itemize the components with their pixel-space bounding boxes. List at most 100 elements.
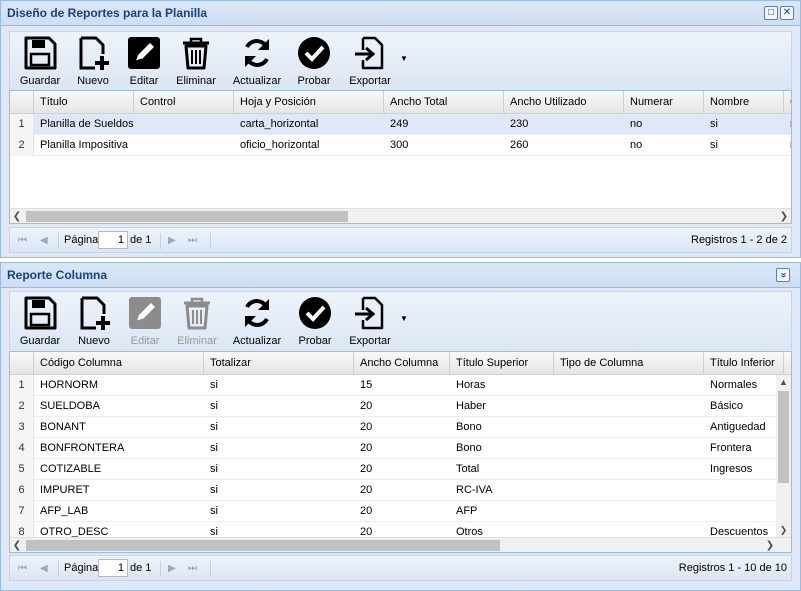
table-cell: 260 (510, 139, 529, 151)
nuevo-button[interactable]: Nuevo (68, 35, 118, 87)
scroll-thumb[interactable] (778, 391, 789, 483)
scroll-thumb[interactable] (26, 540, 500, 551)
button-label: Eliminar (177, 335, 217, 347)
table-row[interactable]: 7 AFP_LAB si 20 AFP (10, 501, 791, 522)
row-number: 8 (10, 522, 34, 537)
column-header[interactable]: C (784, 91, 791, 114)
table-cell: 20 (360, 442, 373, 454)
column-header[interactable]: Numerar (624, 91, 704, 114)
editar-button[interactable]: Editar (122, 35, 166, 87)
button-label: Actualizar (232, 335, 282, 347)
export-dropdown-arrow-icon[interactable]: ▼ (400, 54, 408, 63)
column-header[interactable]: Ancho Columna (354, 352, 450, 375)
panel-header: Reporte Columna » (1, 263, 800, 288)
nuevo-button[interactable]: Nuevo (68, 295, 120, 347)
collapse-icon[interactable]: » (776, 268, 790, 282)
grid-header: Código Columna Totalizar Ancho Columna Títu… (10, 352, 791, 375)
table-cell: HORNORM (40, 379, 99, 391)
table-cell: si (210, 484, 218, 496)
table-cell: si (210, 379, 218, 391)
export-dropdown-arrow-icon[interactable]: ▼ (400, 314, 408, 323)
first-page-icon[interactable]: ⏮ (18, 235, 27, 246)
column-header[interactable]: Título Superior (450, 352, 554, 375)
horizontal-scrollbar[interactable]: ❮ ❯ (10, 537, 791, 552)
actualizar-button[interactable]: Actualizar (226, 35, 288, 87)
table-row[interactable]: 5 COTIZABLE si 20 Total Ingresos (10, 459, 791, 480)
table-cell: si (210, 400, 218, 412)
report-design-panel: Diseño de Reportes para la Planilla □ ✕ … (0, 0, 801, 258)
column-header[interactable]: Título Inferior (704, 352, 784, 375)
page-label: Página (64, 234, 99, 246)
actualizar-button[interactable]: Actualizar (226, 295, 288, 347)
last-page-icon[interactable]: ⏭ (188, 235, 197, 246)
table-cell: Bono (456, 421, 482, 433)
scroll-thumb[interactable] (26, 211, 348, 222)
button-label: Exportar (349, 335, 391, 347)
table-row[interactable]: 2 Planilla Impositiva oficio_horizontal 300… (10, 135, 791, 156)
first-page-icon[interactable]: ⏮ (18, 563, 27, 574)
table-row[interactable]: 6 IMPURET si 20 RC-IVA (10, 480, 791, 501)
scroll-right-icon[interactable]: ❯ (763, 538, 777, 552)
table-row[interactable]: 1 Planilla de Sueldos carta_horizontal 249 2… (10, 114, 791, 135)
page-number-input[interactable] (98, 231, 128, 249)
column-header[interactable]: Título (34, 91, 134, 114)
next-page-icon[interactable]: ▶ (168, 235, 176, 246)
editar-button[interactable]: Editar (122, 295, 168, 347)
table-cell: Descuentos (710, 526, 769, 537)
row-number: 3 (10, 417, 34, 438)
guardar-button[interactable]: Guardar (14, 295, 66, 347)
page-number-input[interactable] (98, 559, 128, 577)
eliminar-button[interactable]: Eliminar (172, 35, 220, 87)
row-number: 4 (10, 438, 34, 459)
table-cell: Haber (456, 400, 486, 412)
probar-button[interactable]: Probar (292, 35, 336, 87)
last-page-icon[interactable]: ⏭ (188, 563, 197, 574)
column-header[interactable]: Nombre (704, 91, 784, 114)
button-label: Probar (297, 75, 331, 87)
close-icon[interactable]: ✕ (780, 6, 794, 20)
probar-button[interactable]: Probar (292, 295, 338, 347)
horizontal-scrollbar[interactable]: ❮ ❯ (10, 208, 791, 223)
new-document-icon (68, 295, 120, 331)
table-row[interactable]: 3 BONANT si 20 Bono Antiguedad (10, 417, 791, 438)
panel-header: Diseño de Reportes para la Planilla □ ✕ (1, 1, 800, 26)
exportar-button[interactable]: Exportar (342, 35, 398, 87)
table-row[interactable]: 2 SUELDOBA si 20 Haber Básico (10, 396, 791, 417)
previous-page-icon[interactable]: ◀ (40, 235, 48, 246)
button-label: Editar (130, 335, 160, 347)
button-label: Exportar (349, 75, 391, 87)
exportar-button[interactable]: Exportar (342, 295, 398, 347)
table-row[interactable]: 1 HORNORM si 15 Horas Normales (10, 375, 791, 396)
column-header[interactable]: Tipo de Columna (554, 352, 704, 375)
separator (58, 561, 59, 577)
new-document-icon (68, 35, 118, 71)
column-header[interactable]: Hoja y Posición (234, 91, 384, 114)
page-label: Página (64, 562, 99, 574)
scroll-left-icon[interactable]: ❮ (10, 538, 24, 552)
table-cell: 249 (390, 118, 409, 130)
scroll-right-icon[interactable]: ❯ (777, 209, 791, 223)
next-page-icon[interactable]: ▶ (168, 563, 176, 574)
table-cell: BONFRONTERA (40, 442, 125, 454)
scroll-up-icon[interactable]: ▲ (776, 375, 791, 389)
table-cell (704, 501, 784, 522)
table-cell: si (210, 526, 218, 537)
table-cell: carta_horizontal (240, 118, 319, 130)
table-row[interactable]: 8 OTRO_DESC si 20 Otros Descuentos (10, 522, 791, 537)
column-header[interactable]: Ancho Total (384, 91, 504, 114)
column-header[interactable]: Código Columna (34, 352, 204, 375)
guardar-button[interactable]: Guardar (14, 35, 66, 87)
vertical-scrollbar[interactable]: ▲ ❯ (776, 375, 791, 537)
table-cell: RC-IVA (456, 484, 493, 496)
column-header[interactable]: Totalizar (204, 352, 354, 375)
restore-icon[interactable]: □ (764, 6, 778, 20)
table-cell: si (210, 421, 218, 433)
table-row[interactable]: 4 BONFRONTERA si 20 Bono Frontera (10, 438, 791, 459)
eliminar-button[interactable]: Eliminar (172, 295, 222, 347)
previous-page-icon[interactable]: ◀ (40, 563, 48, 574)
scroll-left-icon[interactable]: ❮ (10, 209, 24, 223)
column-header[interactable]: Control (134, 91, 234, 114)
column-header[interactable]: Ancho Utilizado (504, 91, 624, 114)
scroll-down-icon[interactable]: ❯ (776, 523, 791, 537)
table-cell: 20 (360, 421, 373, 433)
